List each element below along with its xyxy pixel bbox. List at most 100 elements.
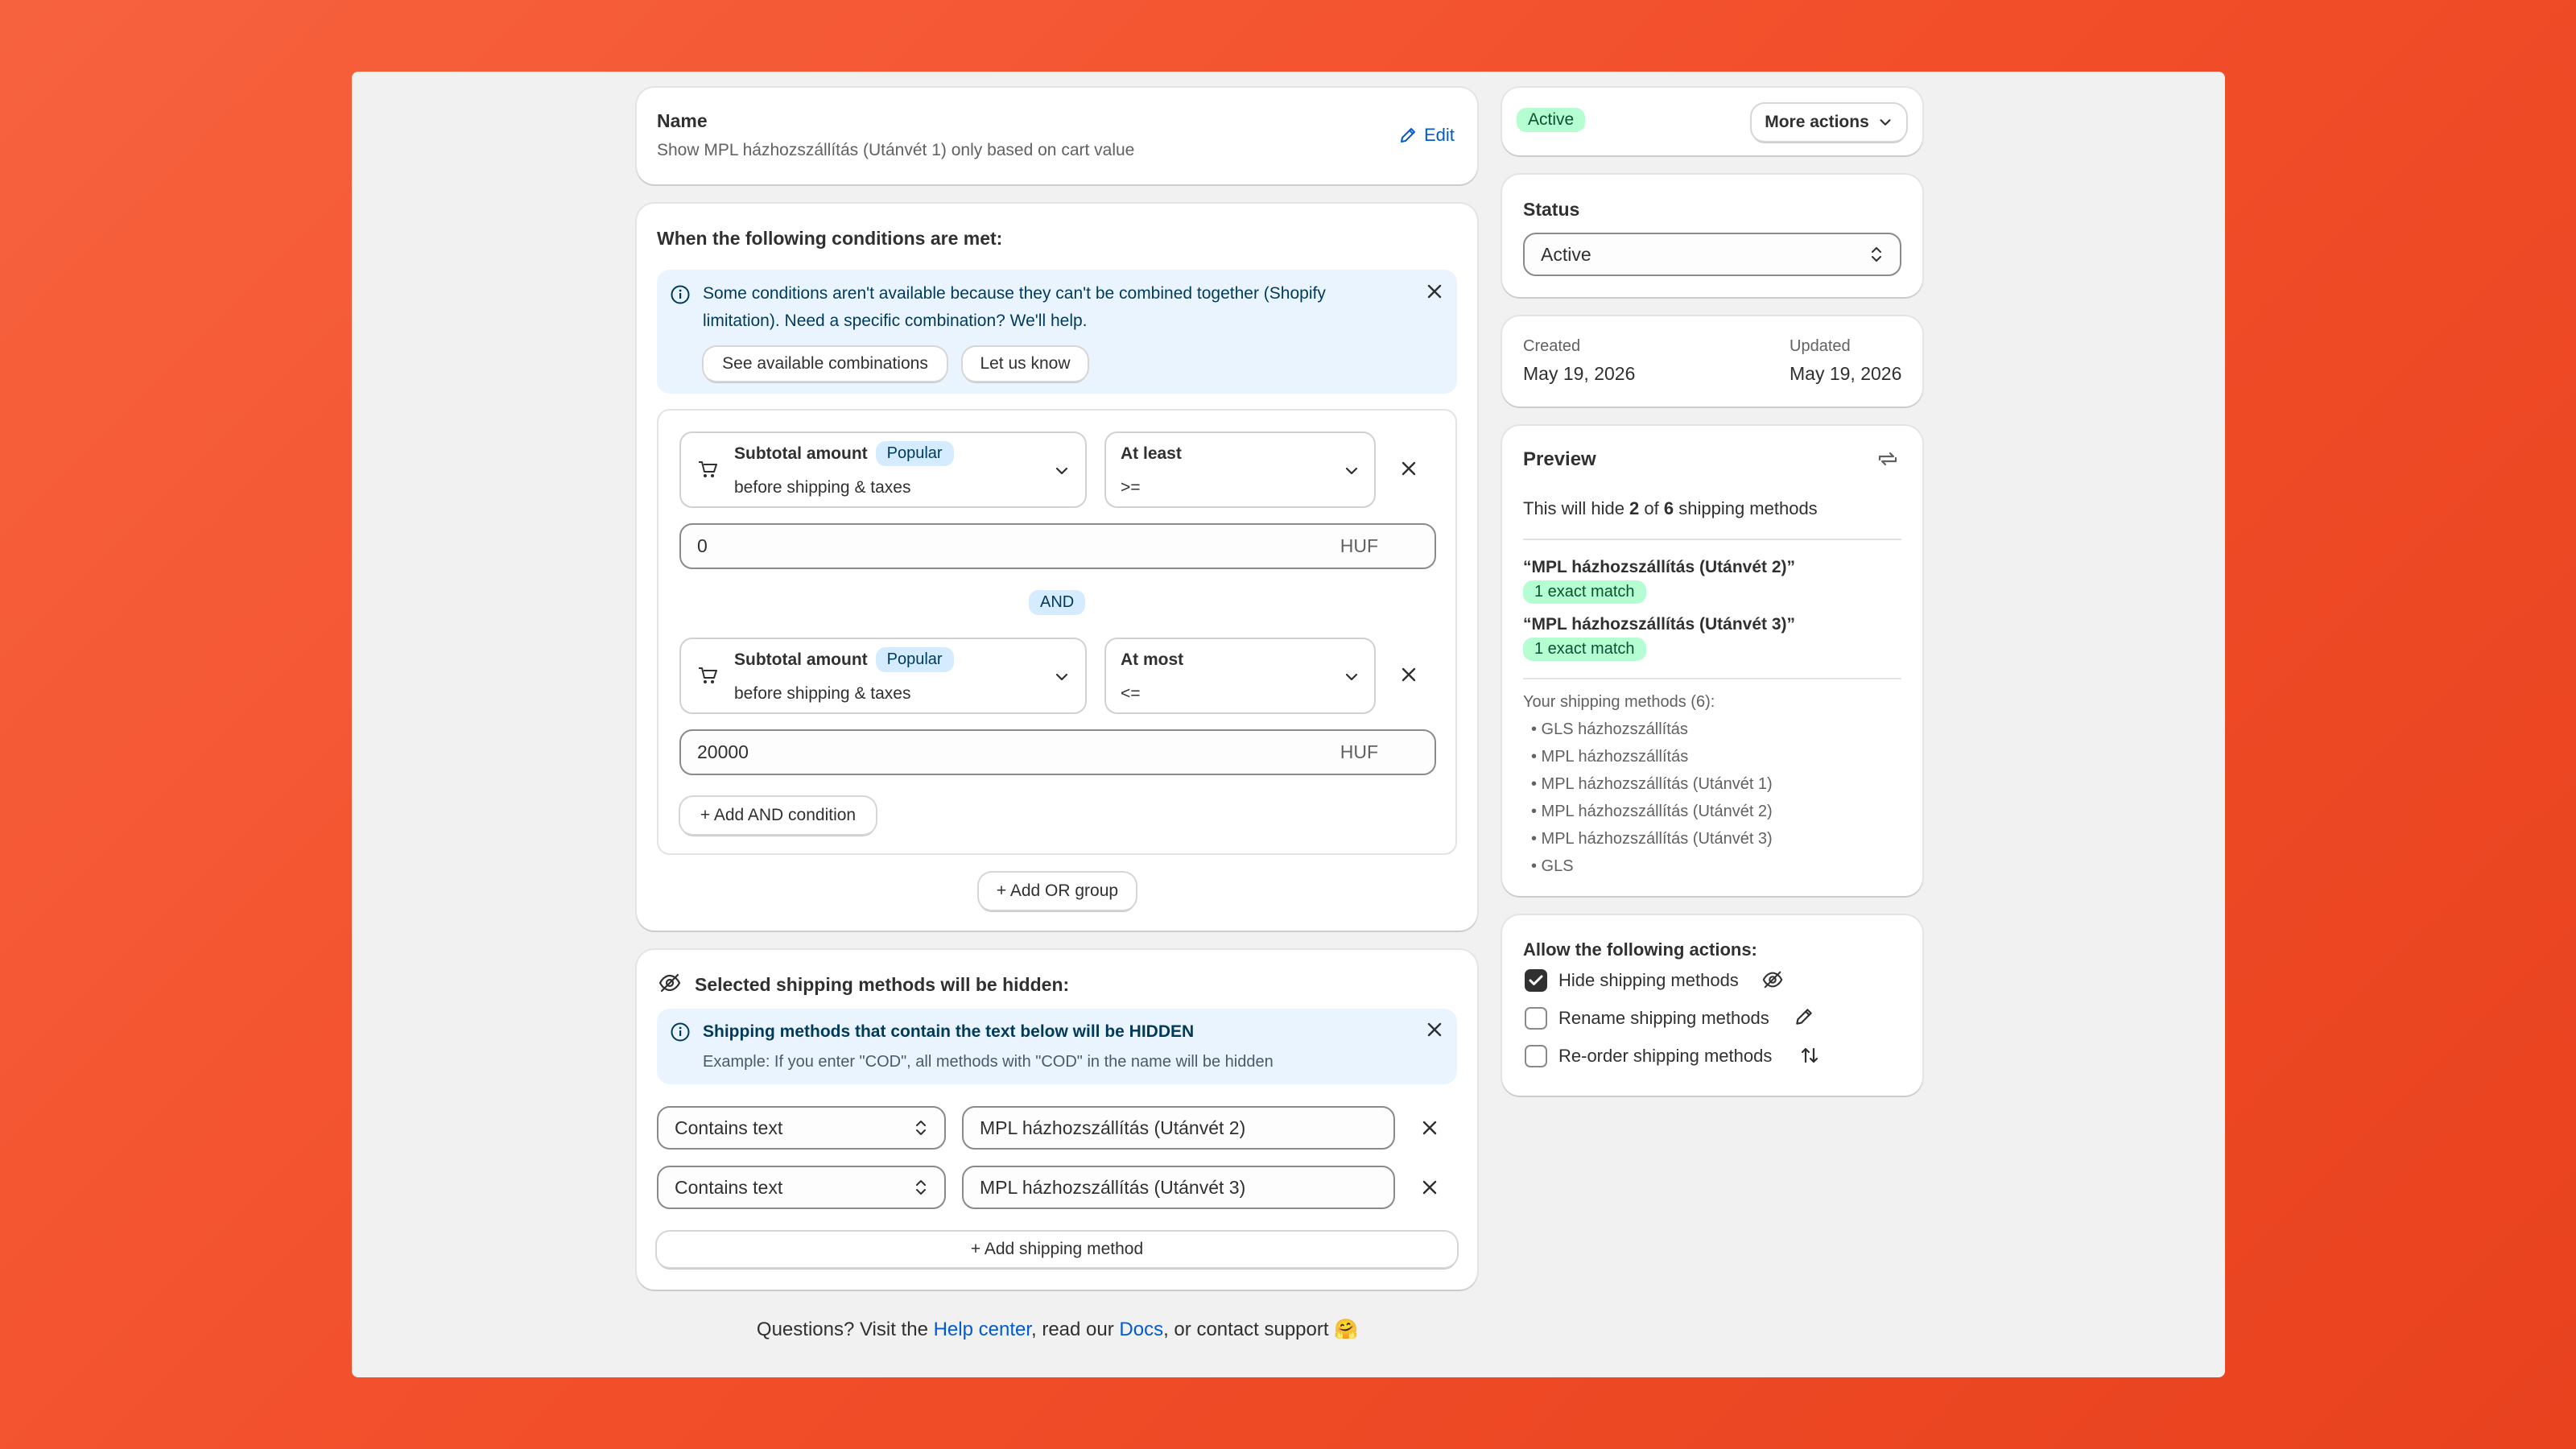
condition-select[interactable]: Subtotal amount Popular before shipping … (679, 638, 1087, 714)
add-shipping-method-button[interactable]: + Add shipping method (657, 1232, 1457, 1267)
footer-help-text: Questions? Visit the Help center, read o… (0, 1318, 2115, 1341)
remove-method-icon[interactable] (1418, 1116, 1442, 1140)
updown-chevron-icon (914, 1178, 928, 1197)
condition-subtitle: before shipping & taxes (734, 478, 911, 497)
method-item: • MPL házhozszállítás (Utánvét 2) (1531, 803, 1773, 820)
operator-title: At least (1121, 444, 1182, 463)
amount-input[interactable]: 0 HUF (679, 523, 1436, 569)
conditions-heading: When the following conditions are met: (657, 228, 1003, 249)
actions-label: Allow the following actions: (1523, 939, 1757, 960)
hidden-info-banner: Shipping methods that contain the text b… (657, 1009, 1457, 1084)
amount-value: 0 (697, 535, 708, 556)
preview-summary: This will hide 2 of 6 shipping methods (1523, 498, 1818, 518)
operator-select[interactable]: At most <= (1104, 638, 1376, 714)
method-text-value: MPL házhozszállítás (Utánvét 3) (980, 1176, 1246, 1198)
more-actions-label: More actions (1765, 113, 1869, 131)
remove-condition-icon[interactable] (1397, 456, 1421, 481)
created-value: May 19, 2026 (1523, 363, 1636, 384)
help-center-link[interactable]: Help center (934, 1319, 1031, 1340)
actions-card: Allow the following actions: Hide shippi… (1502, 915, 1922, 1096)
more-actions-button[interactable]: More actions (1752, 104, 1906, 141)
popular-badge: Popular (875, 441, 954, 466)
updown-chevron-icon (914, 1118, 928, 1137)
divider (1523, 539, 1901, 540)
see-combinations-button[interactable]: See available combinations (704, 347, 947, 381)
info-icon (670, 1022, 691, 1042)
cart-icon (697, 665, 718, 686)
match-type-value: Contains text (675, 1117, 783, 1138)
operator-symbol: <= (1121, 684, 1141, 703)
close-icon[interactable] (1423, 280, 1446, 303)
add-or-group-button[interactable]: + Add OR group (979, 873, 1136, 910)
hidden-count: 2 (1629, 498, 1640, 518)
created-label: Created (1523, 337, 1581, 355)
method-item: • MPL házhozszállítás (Utánvét 1) (1531, 775, 1773, 793)
refresh-icon[interactable] (1876, 447, 1900, 471)
footer-suffix: , or contact support 🤗 (1163, 1319, 1359, 1340)
eye-off-icon (658, 971, 682, 995)
method-item: • GLS házhozszállítás (1531, 720, 1688, 738)
status-badge: Active (1517, 108, 1586, 132)
hide-methods-checkbox[interactable] (1525, 969, 1547, 992)
eye-off-icon (1761, 968, 1784, 991)
rename-methods-label: Rename shipping methods (1558, 1008, 1769, 1028)
condition-title: Subtotal amount (734, 650, 868, 669)
status-select[interactable]: Active (1523, 233, 1901, 276)
method-item: • GLS (1531, 857, 1574, 875)
currency-suffix: HUF (1340, 535, 1378, 556)
updown-chevron-icon (1869, 245, 1884, 264)
dates-card: Created May 19, 2026 Updated May 19, 202… (1502, 316, 1922, 407)
cart-icon (697, 459, 718, 480)
status-card: Status Active (1502, 175, 1922, 297)
match-badge: 1 exact match (1523, 580, 1646, 604)
condition-subtitle: before shipping & taxes (734, 684, 911, 703)
docs-link[interactable]: Docs (1119, 1319, 1163, 1340)
amount-value: 20000 (697, 741, 749, 762)
edit-link[interactable]: Edit (1398, 125, 1455, 146)
close-icon[interactable] (1423, 1018, 1446, 1041)
match-type-value: Contains text (675, 1176, 783, 1198)
reorder-methods-checkbox[interactable] (1525, 1045, 1547, 1067)
info-icon (670, 284, 691, 305)
preview-title: Preview (1523, 448, 1596, 470)
remove-condition-icon[interactable] (1397, 663, 1421, 687)
banner-title: Shipping methods that contain the text b… (703, 1022, 1195, 1041)
condition-title: Subtotal amount (734, 444, 868, 463)
footer-mid: , read our (1031, 1319, 1120, 1340)
banner-text-line1: Some conditions aren't available because… (703, 284, 1326, 303)
chevron-down-icon (1343, 462, 1360, 480)
banner-example: Example: If you enter "COD", all methods… (703, 1053, 1274, 1071)
match-type-select[interactable]: Contains text (657, 1106, 946, 1150)
status-label: Status (1523, 199, 1580, 220)
currency-suffix: HUF (1340, 741, 1378, 762)
match-type-select[interactable]: Contains text (657, 1166, 946, 1209)
condition-select[interactable]: Subtotal amount Popular before shipping … (679, 431, 1087, 508)
method-text-value: MPL házhozszállítás (Utánvét 2) (980, 1117, 1246, 1138)
name-value: Show MPL házhozszállítás (Utánvét 1) onl… (657, 141, 1135, 159)
hidden-methods-card: Selected shipping methods will be hidden… (637, 950, 1477, 1290)
method-text-input[interactable]: MPL házhozszállítás (Utánvét 3) (962, 1166, 1395, 1209)
name-card: Name Show MPL házhozszállítás (Utánvét 1… (637, 88, 1477, 184)
add-and-condition-button[interactable]: + Add AND condition (680, 797, 876, 834)
chevron-down-icon (1343, 668, 1360, 686)
divider (1523, 678, 1901, 679)
method-item: • MPL házhozszállítás (Utánvét 3) (1531, 830, 1773, 848)
remove-method-icon[interactable] (1418, 1175, 1442, 1199)
amount-input[interactable]: 20000 HUF (679, 729, 1436, 775)
operator-select[interactable]: At least >= (1104, 431, 1376, 508)
match-badge: 1 exact match (1523, 638, 1646, 661)
preview-card: Preview This will hide 2 of 6 shipping m… (1502, 426, 1922, 896)
method-text-input[interactable]: MPL házhozszállítás (Utánvét 2) (962, 1106, 1395, 1150)
hidden-heading: Selected shipping methods will be hidden… (695, 974, 1070, 995)
chevron-down-icon (1053, 668, 1071, 686)
conditions-card: When the following conditions are met: S… (637, 204, 1477, 931)
status-select-value: Active (1541, 243, 1591, 265)
let-us-know-button[interactable]: Let us know (963, 347, 1088, 381)
sort-arrows-icon (1798, 1044, 1821, 1067)
rename-methods-checkbox[interactable] (1525, 1007, 1547, 1030)
updated-label: Updated (1790, 337, 1851, 355)
reorder-methods-label: Re-order shipping methods (1558, 1046, 1773, 1066)
name-label: Name (657, 110, 708, 131)
banner-text-line2: limitation). Need a specific combination… (703, 312, 1088, 330)
method-item: • MPL házhozszállítás (1531, 748, 1689, 766)
